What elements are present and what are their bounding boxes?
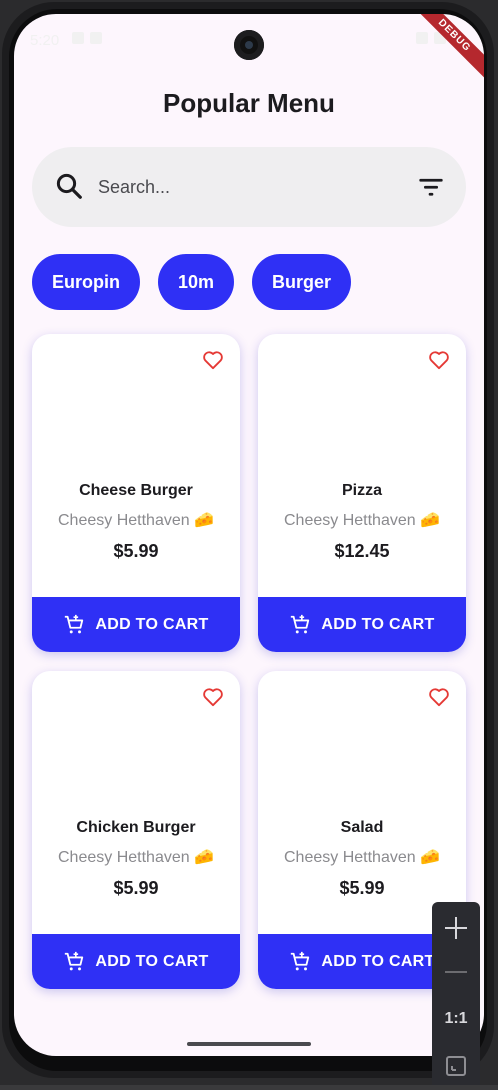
product-name: Salad [340,819,384,836]
heart-outline-icon[interactable] [202,350,224,370]
add-to-cart-button[interactable]: ADD TO CART [32,934,240,989]
filter-icon[interactable] [416,173,446,201]
product-description: Cheesy Hetthaven 🧀 [58,849,214,866]
product-name: Pizza [341,482,382,499]
search-icon[interactable] [54,171,84,201]
search-input[interactable] [96,169,400,205]
category-chips: Europin 10m Burger [32,254,352,310]
product-description: Cheesy Hetthaven 🧀 [284,849,440,866]
chip-10m[interactable]: 10m [158,254,235,310]
app-screen: 5:20 DEBUG Popular Menu Search... Europi… [14,14,484,1056]
product-price: $5.99 [113,541,159,561]
status-notification-icons [72,32,102,44]
heart-outline-icon[interactable] [428,350,450,370]
search-bar[interactable] [32,147,466,227]
heart-outline-icon[interactable] [202,687,224,707]
zoom-reset-button[interactable]: 1:1 [432,995,480,1043]
zoom-reset-label: 1:1 [444,1010,468,1027]
product-card[interactable]: Chicken Burger Cheesy Hetthaven 🧀 $5.99 … [32,671,240,989]
add-shopping-cart-icon [65,951,84,970]
product-card[interactable]: Cheese Burger Cheesy Hetthaven 🧀 $5.99 A… [32,334,240,652]
heart-outline-icon[interactable] [428,687,450,707]
zoom-out-button[interactable] [432,948,480,996]
chip-europin[interactable]: Europin [32,254,140,310]
plus-icon [445,917,467,939]
emulator-zoom-panel: 1:1 [432,902,480,1085]
add-to-cart-button[interactable]: ADD TO CART [258,597,466,652]
product-name: Chicken Burger [76,819,196,836]
add-to-cart-label: ADD TO CART [321,615,435,633]
sd-card-icon [90,32,102,44]
front-camera [234,30,264,60]
home-indicator[interactable] [187,1042,311,1046]
add-to-cart-button[interactable]: ADD TO CART [32,597,240,652]
add-to-cart-label: ADD TO CART [95,952,209,970]
wifi-icon [416,32,428,44]
add-to-cart-label: ADD TO CART [95,615,209,633]
fit-screen-button[interactable] [432,1042,480,1090]
product-price: $5.99 [339,878,385,898]
product-name: Cheese Burger [79,482,193,499]
device-frame: 5:20 DEBUG Popular Menu Search... Europi… [0,0,498,1085]
product-description: Cheesy Hetthaven 🧀 [284,512,440,529]
product-description: Cheesy Hetthaven 🧀 [58,512,214,529]
notification-icon [72,32,84,44]
chip-burger[interactable]: Burger [252,254,352,310]
zoom-in-button[interactable] [432,904,480,952]
minus-icon [445,971,467,973]
status-time: 5:20 [30,32,60,49]
fit-screen-icon [446,1056,466,1076]
add-shopping-cart-icon [65,614,84,633]
page-title: Popular Menu [163,88,335,118]
add-to-cart-label: ADD TO CART [321,952,435,970]
status-bar: 5:20 [14,14,484,66]
product-price: $5.99 [113,878,159,898]
add-shopping-cart-icon [291,951,310,970]
product-card[interactable]: Pizza Cheesy Hetthaven 🧀 $12.45 ADD TO C… [258,334,466,652]
add-shopping-cart-icon [291,614,310,633]
product-price: $12.45 [334,541,390,561]
